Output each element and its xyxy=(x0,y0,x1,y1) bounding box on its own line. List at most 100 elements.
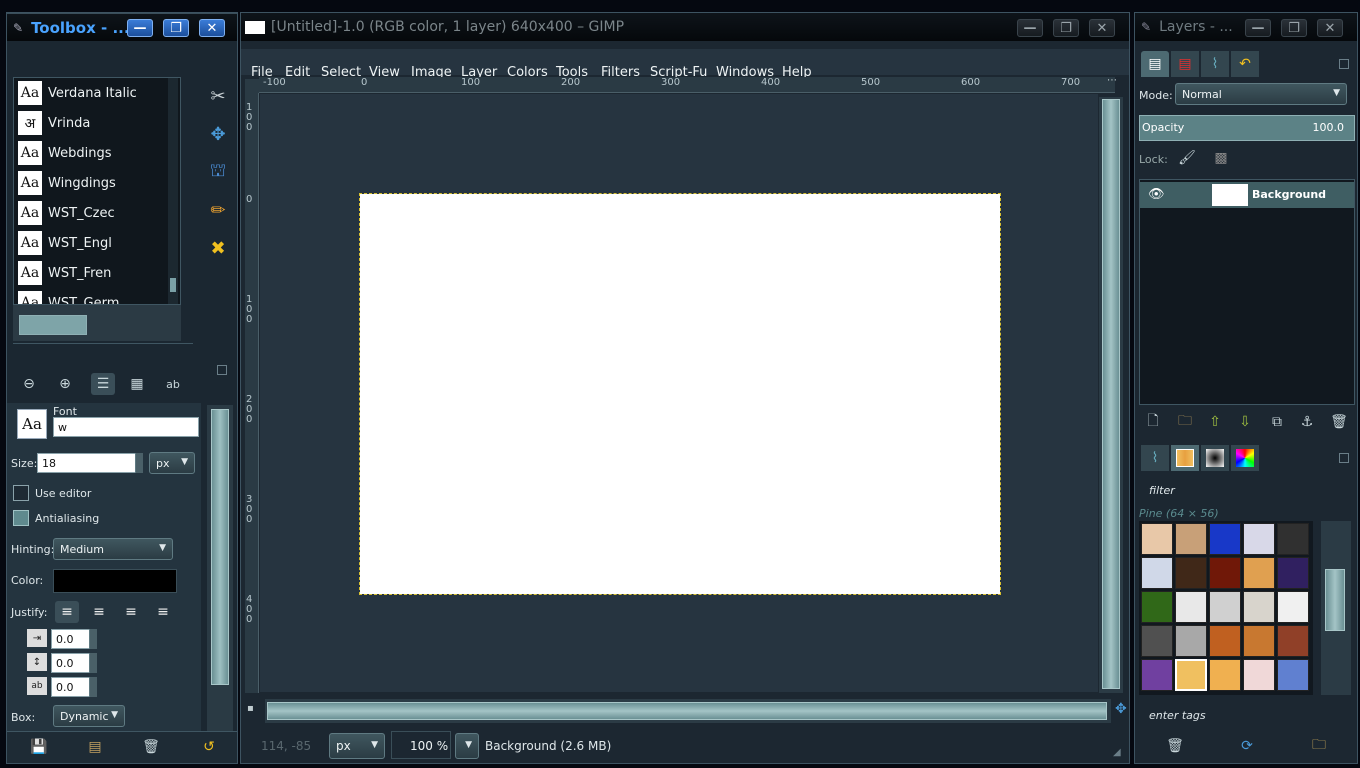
pattern-swatch[interactable] xyxy=(1209,557,1241,589)
color-swatch[interactable] xyxy=(53,569,177,593)
minimize-icon[interactable]: — xyxy=(127,19,153,37)
pattern-swatch[interactable] xyxy=(1243,625,1275,657)
letter-spacing-input[interactable]: 0.0 xyxy=(51,677,91,697)
justify-fill-icon[interactable]: ≡ xyxy=(151,601,175,623)
tab-brushes[interactable] xyxy=(1201,445,1229,471)
pattern-swatch[interactable] xyxy=(1209,659,1241,691)
pencil-icon[interactable]: ✏ xyxy=(205,197,231,223)
layers-close-icon[interactable]: ✕ xyxy=(1317,19,1343,37)
letter-spacing-spinner[interactable] xyxy=(89,677,97,697)
raise-layer-icon[interactable]: ⇧ xyxy=(1203,411,1227,433)
pattern-swatch[interactable] xyxy=(1209,591,1241,623)
horizontal-scrollbar[interactable] xyxy=(265,699,1111,723)
zoom-in-icon[interactable]: ⊕ xyxy=(53,373,77,395)
restore-options-icon[interactable]: ▤ xyxy=(83,736,107,758)
pattern-swatch[interactable] xyxy=(1175,625,1207,657)
pattern-filter[interactable]: filter xyxy=(1139,477,1355,503)
font-list-scrollbar[interactable] xyxy=(168,78,178,304)
font-list-item[interactable]: Aa Wingdings xyxy=(18,168,172,198)
duplicate-layer-icon[interactable]: ⧉ xyxy=(1265,411,1289,433)
font-list-item[interactable]: Aa Webdings xyxy=(18,138,172,168)
pattern-swatch[interactable] xyxy=(1277,591,1309,623)
indent-spinner[interactable] xyxy=(89,629,97,649)
antialiasing-checkbox[interactable] xyxy=(13,510,29,526)
lock-alpha-icon[interactable]: ▩ xyxy=(1209,147,1233,169)
pattern-swatch[interactable] xyxy=(1277,523,1309,555)
lower-layer-icon[interactable]: ⇩ xyxy=(1233,411,1257,433)
canvas-area[interactable] xyxy=(260,94,1098,692)
layers-list[interactable]: 👁 Background xyxy=(1139,179,1355,405)
resize-grip-icon[interactable]: ◢ xyxy=(1113,747,1121,758)
font-list-item[interactable]: Aa WST_Fren xyxy=(18,258,172,288)
pattern-swatch[interactable] xyxy=(1209,625,1241,657)
delete-options-icon[interactable]: 🗑 xyxy=(139,736,163,758)
reset-options-icon[interactable]: ↺ xyxy=(197,736,221,758)
ruler-corner[interactable] xyxy=(245,79,259,93)
open-pattern-folder-icon[interactable]: 🗀 xyxy=(1307,735,1331,757)
unit-select[interactable]: px ▼ xyxy=(329,733,385,759)
tab-layers[interactable]: ▤ xyxy=(1141,51,1169,77)
tab-palettes[interactable] xyxy=(1231,445,1259,471)
text-tool-icon[interactable]: ab xyxy=(161,373,185,395)
pattern-swatch[interactable] xyxy=(1175,523,1207,555)
image-titlebar[interactable]: [Untitled]-1.0 (RGB color, 1 layer) 640x… xyxy=(241,13,1129,41)
vertical-scrollbar[interactable] xyxy=(1099,97,1123,693)
image-close-icon[interactable]: ✕ xyxy=(1089,19,1115,37)
font-input[interactable]: w xyxy=(53,417,199,437)
image-minimize-icon[interactable]: — xyxy=(1017,19,1043,37)
layers-dock-menu-icon[interactable] xyxy=(1339,59,1349,69)
horizontal-ruler[interactable] xyxy=(259,77,1115,93)
pattern-scrollbar[interactable] xyxy=(1321,521,1351,695)
tab-paths[interactable]: ⌇ xyxy=(1201,51,1229,77)
pattern-swatch[interactable] xyxy=(1243,557,1275,589)
pattern-swatch[interactable] xyxy=(1141,523,1173,555)
new-layer-group-icon[interactable]: 🗀 xyxy=(1173,411,1197,433)
pattern-swatch[interactable] xyxy=(1175,659,1207,691)
font-list-item[interactable]: अ Vrinda xyxy=(18,108,172,138)
save-options-icon[interactable]: 💾 xyxy=(27,736,51,758)
pattern-grid[interactable] xyxy=(1139,521,1313,695)
layers-restore-icon[interactable]: ❐ xyxy=(1281,19,1307,37)
tab-patterns[interactable] xyxy=(1171,445,1199,471)
pattern-swatch[interactable] xyxy=(1277,659,1309,691)
font-list-item[interactable]: Aa WST_Czec xyxy=(18,198,172,228)
font-list-item[interactable]: Aa WST_Germ xyxy=(18,288,172,304)
tags-input[interactable]: enter tags xyxy=(1139,703,1355,729)
restore-icon[interactable]: ❐ xyxy=(163,19,189,37)
delete-layer-icon[interactable]: 🗑 xyxy=(1327,411,1351,433)
use-editor-checkbox[interactable] xyxy=(13,485,29,501)
font-preview-icon[interactable]: Aa xyxy=(17,409,47,439)
layer-row[interactable]: 👁 Background xyxy=(1140,182,1354,208)
justify-right-icon[interactable]: ≡ xyxy=(87,601,111,623)
move-tool-icon[interactable]: ✥ xyxy=(205,121,231,147)
pattern-dock-menu-icon[interactable] xyxy=(1339,453,1349,463)
zoom-out-icon[interactable]: ⊖ xyxy=(17,373,41,395)
quick-mask-icon[interactable]: ▪ xyxy=(247,703,254,714)
indent-input[interactable]: 0.0 xyxy=(51,629,91,649)
zoom-input[interactable]: 100 % xyxy=(391,731,451,759)
fuzzy-select-icon[interactable]: ✂ xyxy=(205,83,231,109)
tool-options-scrollbar[interactable] xyxy=(207,405,233,735)
font-list-item[interactable]: Aa WST_Engl xyxy=(18,228,172,258)
layers-minimize-icon[interactable]: — xyxy=(1245,19,1271,37)
visibility-eye-icon[interactable]: 👁 xyxy=(1148,187,1165,202)
pattern-swatch[interactable] xyxy=(1209,523,1241,555)
image-restore-icon[interactable]: ❐ xyxy=(1053,19,1079,37)
line-spacing-spinner[interactable] xyxy=(89,653,97,673)
pattern-swatch[interactable] xyxy=(1141,557,1173,589)
grid-view-icon[interactable]: ▦ xyxy=(125,373,149,395)
size-input[interactable]: 18 xyxy=(37,453,137,473)
zoom-navigate-icon[interactable]: ✥ xyxy=(1115,701,1127,717)
heal-tool-icon[interactable]: ✖ xyxy=(205,235,231,261)
font-list-item[interactable]: Aa Verdana Italic xyxy=(18,78,172,108)
pattern-swatch[interactable] xyxy=(1141,591,1173,623)
new-layer-icon[interactable]: 🗋 xyxy=(1141,411,1165,433)
navigation-icon[interactable]: ⋯ xyxy=(1107,75,1117,86)
tab-undo-history[interactable]: ↶ xyxy=(1231,51,1259,77)
refresh-patterns-icon[interactable]: ⟳ xyxy=(1235,735,1259,757)
pattern-swatch[interactable] xyxy=(1277,557,1309,589)
opacity-slider[interactable]: Opacity 100.0 xyxy=(1139,115,1355,141)
hinting-select[interactable]: Medium ▼ xyxy=(53,538,173,560)
image-canvas[interactable] xyxy=(359,193,1001,595)
anchor-layer-icon[interactable]: ⚓ xyxy=(1295,411,1319,433)
